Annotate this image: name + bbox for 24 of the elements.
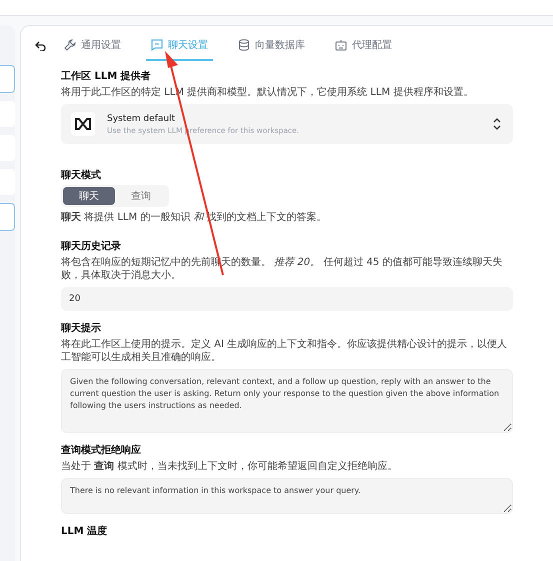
tab[interactable]: 代理配置: [330, 31, 397, 61]
section-title: 聊天提示: [61, 322, 101, 335]
section-description: 将在此工作区上使用的提示。定义 AI 生成响应的上下文和指令。你应该提供精心设计的提示，以便人工智能可以生成相关且准确的响应。: [61, 338, 508, 364]
section-title: 聊天模式: [61, 168, 101, 182]
provider-logo-icon: [71, 112, 95, 136]
section-title: 查询模式拒绝响应: [61, 443, 141, 457]
section-title: LLM 温度: [61, 524, 108, 538]
provider-name: System default: [107, 114, 176, 124]
database-icon: [238, 39, 250, 51]
refusal-textarea[interactable]: There is no relevant information in this workspace to answer your query.: [61, 478, 513, 514]
wrench-icon: [64, 39, 76, 51]
back-icon[interactable]: [35, 41, 47, 51]
tab[interactable]: 向量数据库: [233, 31, 310, 61]
section-description: 当处于 查询 模式时，当未找到上下文时，你可能希望返回自定义拒绝响应。: [61, 460, 398, 473]
history-input[interactable]: 20: [61, 287, 513, 311]
robot-icon: [335, 39, 347, 51]
prompt-textarea[interactable]: Given the following conversation, relevant context, and a follow up question, reply with an answer to the current question the user is asking. Return only your response to the question given the above information following the users instructions as needed.: [61, 369, 513, 433]
section-title: 聊天历史记录: [61, 240, 121, 253]
mode-option[interactable]: 聊天: [63, 187, 115, 205]
mode-option[interactable]: 查询: [115, 187, 167, 205]
tab[interactable]: 通用设置: [59, 31, 126, 61]
section-title: 工作区 LLM 提供者: [61, 70, 151, 83]
chat-bubble-icon: [151, 39, 163, 51]
chevron-updown-icon: [493, 118, 501, 130]
